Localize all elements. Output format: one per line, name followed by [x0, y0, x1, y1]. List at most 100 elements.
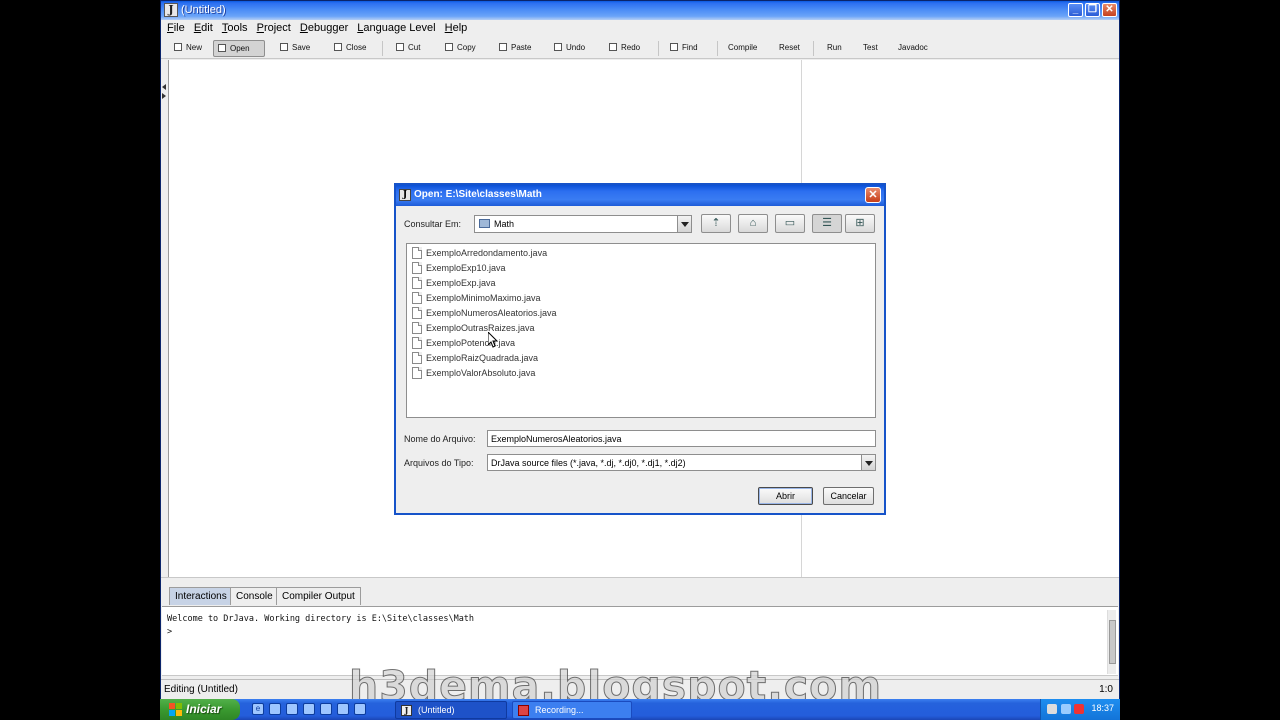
cursor-position: 1:0	[1099, 684, 1113, 695]
menu-file[interactable]: File	[161, 20, 185, 34]
quicklaunch-icon[interactable]	[269, 703, 281, 715]
toolbar-separator	[813, 41, 814, 56]
help-tray-icon[interactable]	[1047, 704, 1057, 714]
file-icon	[412, 247, 422, 259]
list-view-icon: ☰	[822, 217, 832, 229]
lookin-label: Consultar Em:	[404, 219, 462, 229]
folder-icon[interactable]	[303, 703, 315, 715]
close-window-button[interactable]: ✕	[1102, 3, 1117, 17]
ie-icon[interactable]: e	[252, 703, 264, 715]
find-icon	[670, 43, 678, 51]
menu-debugger[interactable]: Debugger	[294, 20, 348, 34]
drjava-task-icon: J	[401, 705, 412, 716]
javadoc-button[interactable]: Javadoc	[894, 40, 928, 57]
copy-icon	[445, 43, 453, 51]
antivirus-tray-icon[interactable]	[1074, 704, 1084, 714]
taskbar-item-recording[interactable]: Recording...	[512, 701, 632, 719]
menu-tools[interactable]: Tools	[216, 20, 248, 34]
file-icon	[412, 337, 422, 349]
new-folder-button[interactable]: ▭	[775, 214, 805, 233]
recording-icon	[518, 705, 529, 716]
toolbar: New Open Save Close Cut Copy Paste Undo …	[161, 38, 1119, 59]
tab-compiler-output[interactable]: Compiler Output	[276, 587, 361, 605]
cancel-button[interactable]: Cancelar	[823, 487, 874, 505]
filename-field[interactable]: ExemploNumerosAleatorios.java	[487, 430, 876, 447]
chevron-down-icon[interactable]	[861, 455, 875, 470]
redo-button[interactable]: Redo	[605, 40, 640, 57]
home-button[interactable]: ⌂	[738, 214, 768, 233]
split-pane-divider[interactable]	[161, 577, 1119, 585]
save-icon	[280, 43, 288, 51]
find-button[interactable]: Find	[666, 40, 698, 57]
open-button[interactable]: Open	[213, 40, 265, 57]
clock: 18:37	[1091, 703, 1114, 713]
drjava-app-icon: J	[164, 3, 178, 17]
minimize-button[interactable]: _	[1068, 3, 1083, 17]
language-tray-icon[interactable]	[1061, 704, 1071, 714]
title-bar[interactable]: J (Untitled) _ ❐ ✕	[161, 1, 1119, 20]
prompt: >	[167, 627, 173, 637]
start-button[interactable]: Iniciar	[160, 699, 240, 720]
dialog-title-bar[interactable]: J Open: E:\Site\classes\Math ✕	[396, 185, 884, 206]
close-button[interactable]: Close	[330, 40, 366, 57]
undo-button[interactable]: Undo	[550, 40, 585, 57]
open-dialog: J Open: E:\Site\classes\Math ✕ Consultar…	[394, 183, 886, 515]
file-list[interactable]: ExemploArredondamento.java ExemploExp10.…	[406, 243, 876, 418]
system-tray: 18:37	[1040, 699, 1120, 720]
close-doc-icon	[334, 43, 342, 51]
open-file-button[interactable]: Abrir	[758, 487, 813, 505]
quicklaunch-icon[interactable]	[337, 703, 349, 715]
open-icon	[218, 44, 226, 52]
interactions-scrollbar[interactable]	[1107, 610, 1116, 674]
menu-help[interactable]: Help	[439, 20, 468, 34]
home-icon: ⌂	[749, 217, 757, 229]
details-view-icon: ⊞	[855, 217, 865, 229]
dialog-title: Open: E:\Site\classes\Math	[414, 189, 542, 200]
redo-icon	[609, 43, 617, 51]
reset-button[interactable]: Reset	[775, 40, 800, 57]
dialog-close-button[interactable]: ✕	[865, 187, 881, 203]
menu-language-level[interactable]: Language Level	[351, 20, 435, 34]
folder-icon	[479, 219, 490, 228]
file-icon	[412, 352, 422, 364]
lookin-combo[interactable]: Math	[474, 215, 692, 233]
list-view-button[interactable]: ☰	[812, 214, 842, 233]
file-icon	[412, 262, 422, 274]
toolbar-separator	[658, 41, 659, 56]
filetype-combo[interactable]: DrJava source files (*.java, *.dj, *.dj0…	[487, 454, 876, 471]
undo-icon	[554, 43, 562, 51]
menu-project[interactable]: Project	[251, 20, 291, 34]
tab-console[interactable]: Console	[230, 587, 279, 605]
filetype-value: DrJava source files (*.java, *.dj, *.dj0…	[491, 458, 686, 468]
cut-button[interactable]: Cut	[392, 40, 420, 57]
details-view-button[interactable]: ⊞	[845, 214, 875, 233]
paste-button[interactable]: Paste	[495, 40, 531, 57]
tab-interactions[interactable]: Interactions	[169, 587, 233, 605]
up-folder-icon: ⇡	[711, 217, 721, 229]
collapse-left-icon[interactable]	[162, 84, 166, 90]
taskbar-item-drjava[interactable]: J (Untitled)	[395, 701, 507, 719]
chevron-down-icon[interactable]	[677, 216, 691, 232]
run-button[interactable]: Run	[823, 40, 842, 57]
scrollbar-thumb[interactable]	[1109, 620, 1116, 664]
compile-button[interactable]: Compile	[724, 40, 757, 57]
quicklaunch-icon[interactable]	[286, 703, 298, 715]
lookin-value: Math	[494, 219, 515, 229]
file-icon	[412, 322, 422, 334]
test-button[interactable]: Test	[859, 40, 878, 57]
cmd-icon[interactable]	[354, 703, 366, 715]
file-icon	[412, 307, 422, 319]
paste-icon	[499, 43, 507, 51]
welcome-line: Welcome to DrJava. Working directory is …	[167, 614, 475, 624]
up-folder-button[interactable]: ⇡	[701, 214, 731, 233]
menu-edit[interactable]: Edit	[188, 20, 213, 34]
drjava-dialog-icon: J	[399, 189, 411, 201]
copy-button[interactable]: Copy	[441, 40, 476, 57]
maximize-button[interactable]: ❐	[1085, 3, 1100, 17]
quicklaunch-icon[interactable]	[320, 703, 332, 715]
document-list-gutter[interactable]	[161, 60, 168, 577]
save-button[interactable]: Save	[276, 40, 310, 57]
expand-right-icon[interactable]	[162, 93, 166, 99]
cut-icon	[396, 43, 404, 51]
new-button[interactable]: New	[170, 40, 202, 57]
